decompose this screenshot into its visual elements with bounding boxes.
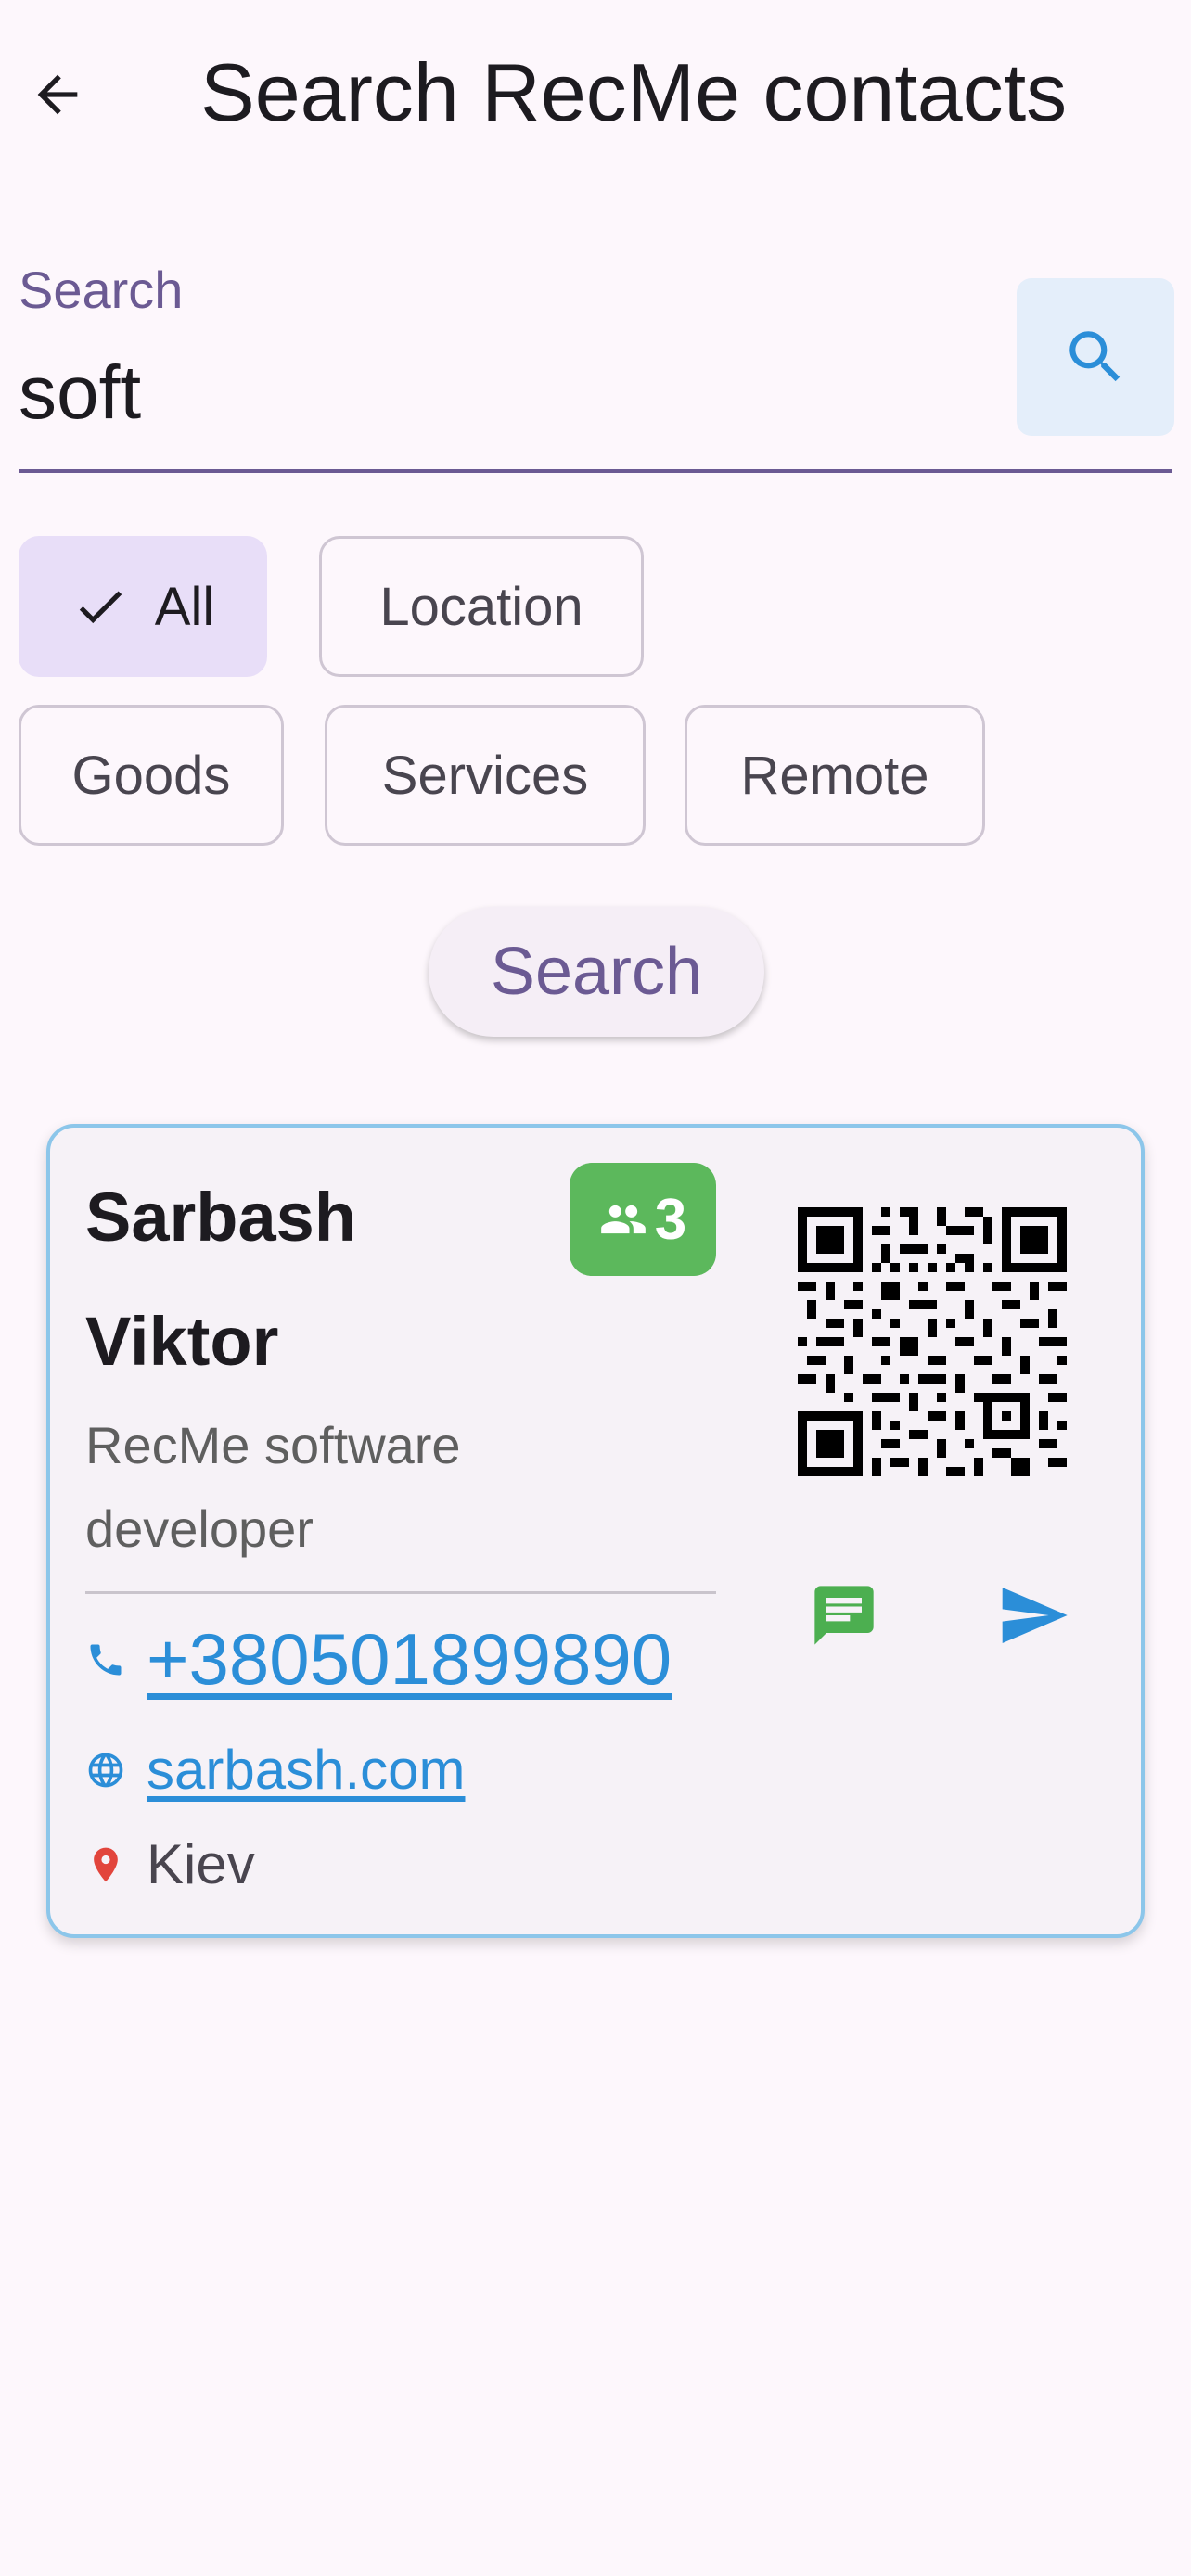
filter-chip-label: Location [379, 576, 583, 637]
app-bar: Search RecMe contacts [0, 0, 1191, 185]
phone-icon [85, 1639, 132, 1680]
chat-icon [814, 1586, 874, 1645]
message-button[interactable] [798, 1569, 890, 1662]
back-button[interactable] [20, 57, 95, 132]
search-button[interactable]: Search [429, 907, 764, 1037]
search-label: Search [19, 261, 184, 319]
page-title: Search RecMe contacts [200, 46, 1068, 138]
contact-website-link[interactable]: sarbash.com [147, 1738, 465, 1802]
filter-chip-all[interactable]: All [19, 536, 267, 677]
arrow-left-icon [37, 74, 78, 115]
filter-chip-label: Remote [740, 745, 929, 806]
card-divider [85, 1591, 716, 1594]
location-pin-icon [85, 1844, 132, 1885]
contact-first-name: Sarbash [85, 1179, 357, 1256]
website-row[interactable]: sarbash.com [85, 1738, 465, 1802]
check-icon [71, 578, 129, 635]
filter-chip-services[interactable]: Services [325, 705, 646, 846]
people-icon [600, 1205, 646, 1234]
filter-chip-location[interactable]: Location [319, 536, 644, 677]
search-icon [1069, 331, 1121, 382]
qr-code[interactable] [798, 1207, 1067, 1476]
search-underline [19, 469, 1172, 473]
search-value[interactable]: soft [19, 349, 141, 438]
contacts-count-badge[interactable]: 3 [570, 1163, 716, 1276]
contacts-count: 3 [654, 1187, 687, 1252]
filter-chip-remote[interactable]: Remote [685, 705, 985, 846]
contact-phone-link[interactable]: +380501899890 [147, 1617, 672, 1702]
phone-row[interactable]: +380501899890 [85, 1617, 672, 1702]
filter-chip-label: Services [381, 745, 589, 806]
globe-icon [85, 1750, 132, 1791]
filter-chip-goods[interactable]: Goods [19, 705, 284, 846]
search-submit-button[interactable] [1017, 278, 1174, 436]
contact-title: RecMe software developer [85, 1416, 461, 1558]
search-input[interactable]: Search soft [19, 258, 1172, 477]
filter-chip-label: Goods [71, 745, 231, 806]
filter-chip-label: All [154, 576, 215, 637]
contact-last-name: Viktor [85, 1303, 279, 1380]
send-button[interactable] [987, 1569, 1080, 1662]
contact-card[interactable]: Sarbash Viktor 3 RecMe software develope… [46, 1124, 1145, 1938]
send-icon [1002, 1588, 1068, 1643]
contact-city: Kiev [147, 1833, 255, 1895]
location-row: Kiev [85, 1832, 255, 1896]
